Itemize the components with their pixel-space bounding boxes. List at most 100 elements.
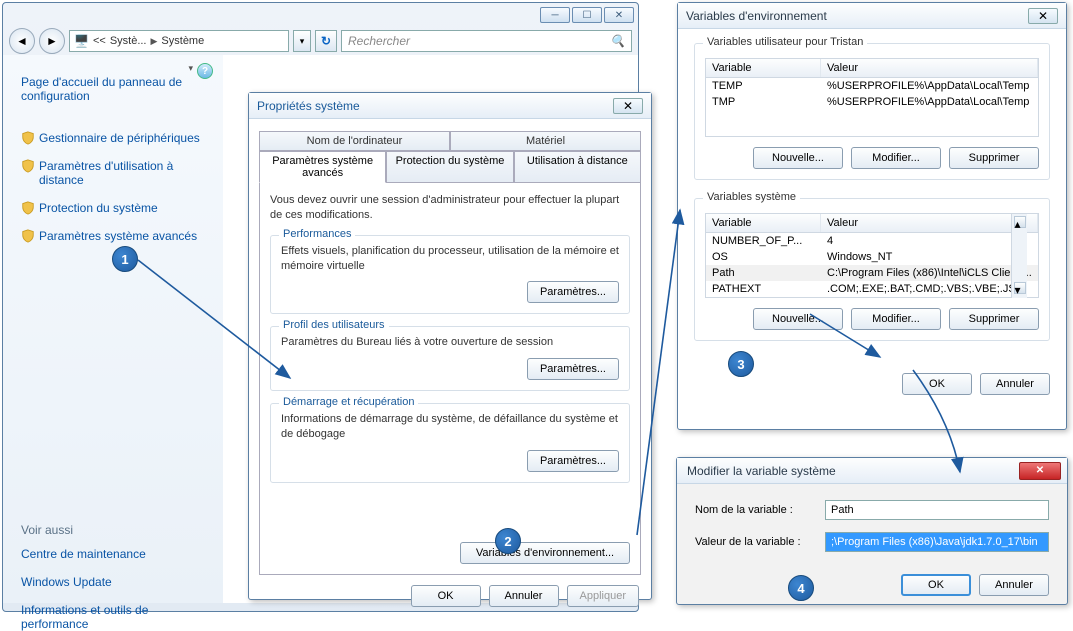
- system-variables-group: Variables système Variable Valeur NUMBER…: [694, 198, 1050, 341]
- ok-button[interactable]: OK: [901, 574, 971, 596]
- apply-button[interactable]: Appliquer: [567, 585, 639, 607]
- tab-advanced[interactable]: Paramètres système avancés: [259, 151, 386, 183]
- group-description: Effets visuels, planification du process…: [281, 244, 619, 274]
- search-placeholder: Rechercher: [348, 34, 410, 48]
- group-description: Paramètres du Bureau liés à votre ouvert…: [281, 335, 619, 350]
- user-new-button[interactable]: Nouvelle...: [753, 147, 843, 169]
- close-button[interactable]: ✕: [1028, 8, 1058, 24]
- breadcrumb-dropdown[interactable]: ▾: [293, 30, 311, 52]
- tab-system-protection[interactable]: Protection du système: [386, 151, 513, 183]
- see-also-windows-update[interactable]: Windows Update: [21, 575, 211, 589]
- search-input[interactable]: Rechercher 🔍: [341, 30, 632, 52]
- group-title: Variables système: [703, 191, 800, 203]
- shield-icon: [21, 159, 33, 173]
- shield-icon: [21, 201, 33, 215]
- close-button[interactable]: ✕: [604, 7, 634, 23]
- scroll-down-icon[interactable]: ▾: [1014, 282, 1026, 294]
- ok-button[interactable]: OK: [902, 373, 972, 395]
- performance-settings-button[interactable]: Paramètres...: [527, 281, 619, 303]
- step-badge-4: 4: [788, 575, 814, 601]
- system-delete-button[interactable]: Supprimer: [949, 308, 1039, 330]
- chevron-down-icon[interactable]: ▾: [188, 63, 193, 74]
- sidebar-link-advanced-system[interactable]: Paramètres système avancés: [21, 229, 211, 243]
- system-new-button[interactable]: Nouvelle...: [753, 308, 843, 330]
- refresh-button[interactable]: ↻: [315, 30, 337, 52]
- ev-titlebar: Variables d'environnement ✕: [678, 3, 1066, 29]
- tab-remote[interactable]: Utilisation à distance: [514, 151, 641, 183]
- cancel-button[interactable]: Annuler: [489, 585, 559, 607]
- cp-titlebar: ─ ☐ ✕: [3, 3, 638, 27]
- user-delete-button[interactable]: Supprimer: [949, 147, 1039, 169]
- see-also-heading: Voir aussi: [21, 523, 211, 537]
- mv-title-text: Modifier la variable système: [687, 464, 836, 478]
- cancel-button[interactable]: Annuler: [979, 574, 1049, 596]
- ok-button[interactable]: OK: [411, 585, 481, 607]
- help-icon[interactable]: ?: [197, 63, 213, 79]
- close-button[interactable]: ✕: [613, 98, 643, 114]
- sidebar-link-remote-usage[interactable]: Paramètres d'utilisation à distance: [21, 159, 211, 187]
- scroll-up-icon[interactable]: ▴: [1014, 216, 1026, 228]
- variable-value-input[interactable]: ;\Program Files (x86)\Java\jdk1.7.0_17\b…: [825, 532, 1049, 552]
- sidebar-link-system-protection[interactable]: Protection du système: [21, 201, 211, 215]
- shield-icon: [21, 229, 33, 243]
- col-value[interactable]: Valeur: [821, 214, 1038, 232]
- table-row[interactable]: OS Windows_NT: [706, 249, 1038, 265]
- address-bar: ◄ ► 🖥️ << Systè... ▶ Système ▾ ↻ Recherc…: [3, 27, 638, 55]
- table-row[interactable]: TEMP %USERPROFILE%\AppData\Local\Temp: [706, 78, 1038, 94]
- system-variables-table[interactable]: Variable Valeur NUMBER_OF_P... 4 OS Wind…: [705, 213, 1039, 298]
- table-row-selected[interactable]: Path C:\Program Files (x86)\Intel\iCLS C…: [706, 265, 1038, 281]
- admin-notice: Vous devez ouvrir une session d'administ…: [270, 193, 630, 223]
- breadcrumb-leaf[interactable]: Système: [161, 35, 204, 47]
- variable-value-label: Valeur de la variable :: [695, 536, 825, 548]
- close-button[interactable]: ✕: [1019, 462, 1061, 480]
- minimize-button[interactable]: ─: [540, 7, 570, 23]
- sp-title-text: Propriétés système: [257, 99, 360, 113]
- step-badge-1: 1: [112, 246, 138, 272]
- environment-variables-button[interactable]: Variables d'environnement...: [460, 542, 630, 564]
- breadcrumb[interactable]: 🖥️ << Systè... ▶ Système: [69, 30, 289, 52]
- sidebar-link-device-manager[interactable]: Gestionnaire de périphériques: [21, 131, 211, 145]
- system-modify-button[interactable]: Modifier...: [851, 308, 941, 330]
- back-button[interactable]: ◄: [9, 28, 35, 54]
- ev-title-text: Variables d'environnement: [686, 9, 827, 23]
- sidebar-link-home[interactable]: Page d'accueil du panneau de configurati…: [21, 75, 211, 103]
- startup-settings-button[interactable]: Paramètres...: [527, 450, 619, 472]
- shield-icon: [21, 131, 33, 145]
- col-variable[interactable]: Variable: [706, 214, 821, 232]
- group-title: Variables utilisateur pour Tristan: [703, 36, 867, 48]
- chevron-right-icon: ▶: [151, 36, 158, 47]
- see-also-action-center[interactable]: Centre de maintenance: [21, 547, 211, 561]
- cancel-button[interactable]: Annuler: [980, 373, 1050, 395]
- step-badge-2: 2: [495, 528, 521, 554]
- user-modify-button[interactable]: Modifier...: [851, 147, 941, 169]
- group-title: Performances: [279, 228, 355, 240]
- step-badge-3: 3: [728, 351, 754, 377]
- table-row[interactable]: NUMBER_OF_P... 4: [706, 233, 1038, 249]
- startup-recovery-group: Démarrage et récupération Informations d…: [270, 403, 630, 483]
- mv-titlebar: Modifier la variable système ✕: [677, 458, 1067, 484]
- see-also-performance-tools[interactable]: Informations et outils de performance: [21, 603, 211, 631]
- cp-sidebar: ? ▾ Page d'accueil du panneau de configu…: [3, 55, 223, 603]
- user-variables-table[interactable]: Variable Valeur TEMP %USERPROFILE%\AppDa…: [705, 58, 1039, 137]
- table-row[interactable]: PATHEXT .COM;.EXE;.BAT;.CMD;.VBS;.VBE;.J…: [706, 281, 1038, 297]
- tab-advanced-pane: Vous devez ouvrir une session d'administ…: [259, 183, 641, 575]
- group-title: Profil des utilisateurs: [279, 319, 389, 331]
- variable-name-input[interactable]: Path: [825, 500, 1049, 520]
- user-variables-group: Variables utilisateur pour Tristan Varia…: [694, 43, 1050, 180]
- link-label: Paramètres système avancés: [39, 229, 197, 243]
- performance-group: Performances Effets visuels, planificati…: [270, 235, 630, 315]
- col-value[interactable]: Valeur: [821, 59, 1038, 77]
- tab-computer-name[interactable]: Nom de l'ordinateur: [259, 131, 450, 151]
- scrollbar[interactable]: ▴ ▾: [1011, 214, 1027, 298]
- group-description: Informations de démarrage du système, de…: [281, 412, 619, 442]
- cp-icon: 🖥️: [74, 34, 89, 48]
- group-title: Démarrage et récupération: [279, 396, 418, 408]
- forward-button[interactable]: ►: [39, 28, 65, 54]
- maximize-button[interactable]: ☐: [572, 7, 602, 23]
- breadcrumb-part[interactable]: Systè...: [110, 35, 147, 47]
- profile-settings-button[interactable]: Paramètres...: [527, 358, 619, 380]
- col-variable[interactable]: Variable: [706, 59, 821, 77]
- tab-hardware[interactable]: Matériel: [450, 131, 641, 151]
- link-label: Protection du système: [39, 201, 158, 215]
- table-row[interactable]: TMP %USERPROFILE%\AppData\Local\Temp: [706, 94, 1038, 110]
